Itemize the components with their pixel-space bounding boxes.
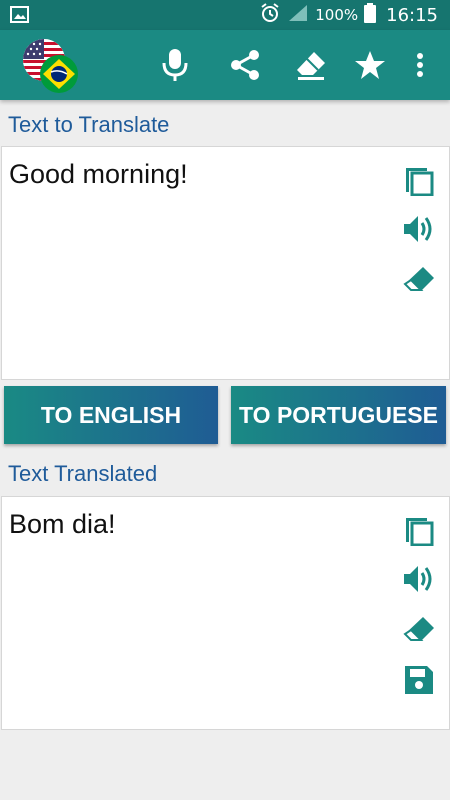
eraser-icon: [297, 52, 325, 80]
image-notification-icon: [10, 5, 30, 25]
us-brazil-flags-logo[interactable]: [18, 34, 80, 96]
input-section-label: Text to Translate: [8, 112, 170, 137]
battery-percent: 100%: [315, 6, 359, 24]
save-icon: [405, 666, 433, 694]
copy-input-button[interactable]: [401, 161, 437, 197]
overflow-menu-button[interactable]: [405, 47, 435, 83]
eraser-icon: [403, 617, 434, 641]
star-icon: [355, 51, 385, 79]
output-section-label: Text Translated: [8, 461, 158, 486]
copy-output-button[interactable]: [401, 511, 437, 547]
eraser-icon: [403, 267, 434, 291]
share-button[interactable]: [227, 47, 263, 83]
microphone-icon: [162, 49, 188, 81]
output-text-area[interactable]: Bom dia!: [1, 496, 450, 730]
output-text[interactable]: Bom dia!: [9, 509, 116, 540]
status-bar: 100% 16:15: [0, 0, 450, 30]
favorite-button[interactable]: [352, 47, 388, 83]
copy-icon: [406, 168, 434, 196]
to-english-button[interactable]: TO ENGLISH: [4, 386, 218, 444]
speaker-icon: [404, 216, 432, 242]
speak-input-button[interactable]: [401, 211, 437, 247]
app-toolbar: [0, 30, 450, 100]
input-text[interactable]: Good morning!: [9, 159, 188, 190]
alarm-icon: [259, 2, 281, 29]
microphone-button[interactable]: [157, 47, 193, 83]
copy-icon: [406, 518, 434, 546]
more-vert-icon: [417, 53, 423, 77]
erase-input-button[interactable]: [401, 262, 437, 298]
speaker-icon: [404, 566, 432, 592]
clock: 16:15: [386, 4, 438, 26]
erase-output-button[interactable]: [401, 612, 437, 648]
save-output-button[interactable]: [401, 662, 437, 698]
to-portuguese-button[interactable]: TO PORTUGUESE: [231, 386, 446, 444]
share-icon: [231, 50, 259, 80]
signal-icon: [287, 3, 309, 28]
speak-output-button[interactable]: [401, 561, 437, 597]
battery-icon: [364, 2, 377, 28]
input-text-area[interactable]: Good morning!: [1, 146, 450, 380]
clear-button[interactable]: [293, 47, 329, 83]
